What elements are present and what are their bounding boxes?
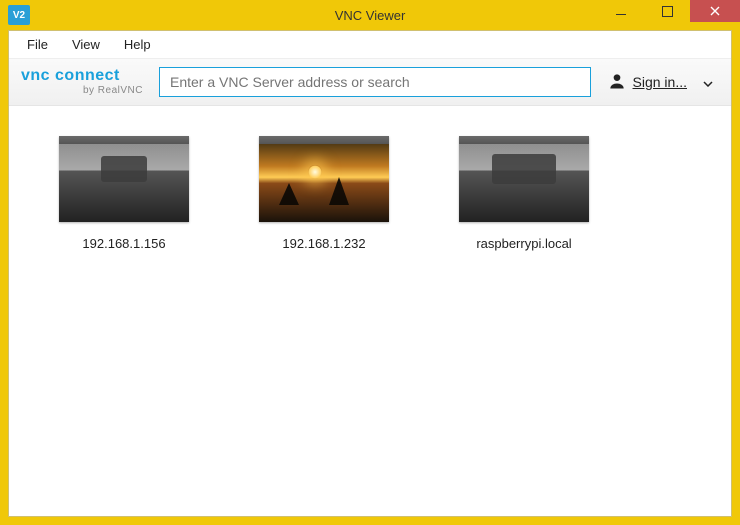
window-title: VNC Viewer [335, 8, 406, 23]
connection-item[interactable]: 192.168.1.156 [49, 136, 199, 251]
connection-label: raspberrypi.local [476, 236, 571, 251]
menu-file[interactable]: File [17, 35, 58, 54]
app-window: V2 VNC Viewer File View Help vnc connect… [0, 0, 740, 525]
menu-view[interactable]: View [62, 35, 110, 54]
client-area: File View Help vnc connect by RealVNC Si… [8, 30, 732, 517]
connection-thumbnail [459, 136, 589, 222]
brand-logo: vnc connect by RealVNC [21, 68, 149, 96]
app-icon: V2 [8, 5, 30, 25]
connection-thumbnail [259, 136, 389, 222]
minimize-button[interactable] [598, 0, 644, 22]
connection-thumbnail [59, 136, 189, 222]
connection-item[interactable]: 192.168.1.232 [249, 136, 399, 251]
maximize-button[interactable] [644, 0, 690, 22]
address-input[interactable] [159, 67, 591, 97]
menubar: File View Help [9, 31, 731, 59]
connection-label: 192.168.1.232 [282, 236, 365, 251]
close-icon [710, 6, 720, 16]
connections-grid: 192.168.1.156 192.168.1.232 raspberrypi.… [9, 106, 731, 516]
connection-label: 192.168.1.156 [82, 236, 165, 251]
signin-button[interactable]: Sign in... [601, 71, 719, 94]
toolbar: vnc connect by RealVNC Sign in... [9, 59, 731, 106]
connection-item[interactable]: raspberrypi.local [449, 136, 599, 251]
titlebar[interactable]: V2 VNC Viewer [0, 0, 740, 30]
menu-help[interactable]: Help [114, 35, 161, 54]
user-icon [607, 71, 627, 94]
logo-main: vnc connect [21, 68, 143, 84]
signin-label: Sign in... [633, 74, 687, 90]
close-button[interactable] [690, 0, 740, 22]
logo-sub: by RealVNC [21, 86, 143, 96]
chevron-down-icon [703, 74, 713, 90]
window-controls [598, 0, 740, 30]
